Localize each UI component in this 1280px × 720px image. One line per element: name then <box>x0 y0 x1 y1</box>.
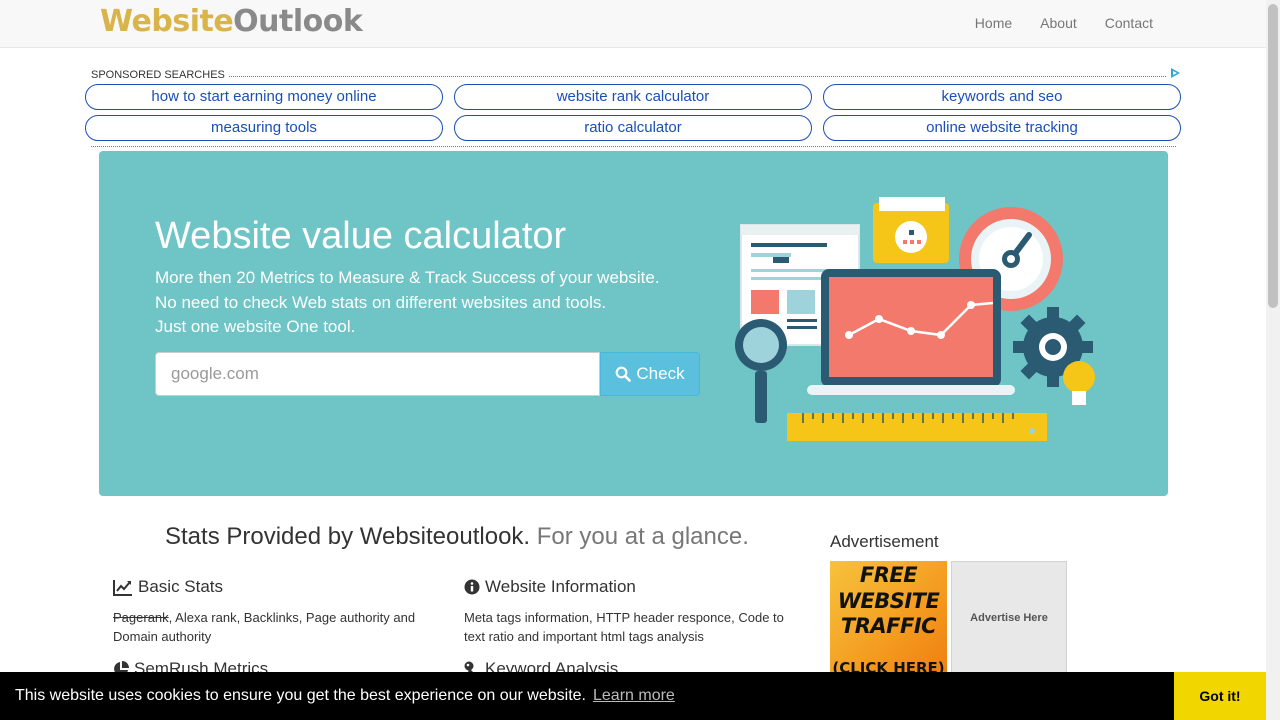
logo-part-outlook: Outlook <box>233 4 363 39</box>
feature-title-text: Website Information <box>485 577 636 596</box>
sponsored-label: SPONSORED SEARCHES <box>91 69 229 81</box>
cookie-message: This website uses cookies to ensure you … <box>15 687 586 704</box>
sponsored-link[interactable]: website rank calculator <box>454 84 812 110</box>
hero-description: More then 20 Metrics to Measure & Track … <box>155 266 660 340</box>
cookie-learn-more-link[interactable]: Learn more <box>593 687 675 705</box>
feature-description: Meta tags information, HTTP header respo… <box>464 610 784 644</box>
ad-banner-line: TRAFFIC <box>840 614 937 638</box>
feature-title: Website Information <box>464 577 794 597</box>
sponsored-link[interactable]: measuring tools <box>85 115 443 141</box>
scrollbar-thumb[interactable] <box>1268 4 1278 308</box>
sponsored-link[interactable]: how to start earning money online <box>85 84 443 110</box>
nav-about-link[interactable]: About <box>1040 15 1077 31</box>
hero-line-1: More then 20 Metrics to Measure & Track … <box>155 268 660 287</box>
line-chart-icon <box>113 579 132 596</box>
ad-banner-line: WEBSITE <box>837 588 940 613</box>
ad-banner-line: FREE <box>859 563 918 587</box>
sponsored-link[interactable]: online website tracking <box>823 115 1181 141</box>
sponsored-divider <box>91 76 1166 77</box>
hero-panel: Website value calculator More then 20 Me… <box>99 151 1168 496</box>
adchoices-icon[interactable] <box>1171 68 1180 78</box>
nav-home-link[interactable]: Home <box>975 15 1012 31</box>
stats-heading-muted: For you at a glance. <box>536 523 749 550</box>
page-scrollbar[interactable] <box>1266 0 1280 720</box>
navbar: WebsiteOutlook Home About Contact <box>0 0 1266 48</box>
search-icon <box>616 366 632 382</box>
sponsored-header: SPONSORED SEARCHES <box>85 66 1182 84</box>
pagerank-struck: Pagerank <box>113 610 169 625</box>
check-button-label: Check <box>636 364 685 383</box>
site-logo[interactable]: WebsiteOutlook <box>100 4 363 39</box>
advertise-here-slot[interactable]: Advertise Here <box>951 561 1067 681</box>
sponsored-link[interactable]: ratio calculator <box>454 115 812 141</box>
analytics-illustration <box>735 197 1095 441</box>
feature-title: Basic Stats <box>113 577 443 597</box>
feature-website-information: Website Information Meta tags informatio… <box>464 577 794 646</box>
feature-basic-stats: Basic Stats Pagerank, Alexa rank, Backli… <box>113 577 443 646</box>
cookie-accept-button[interactable]: Got it! <box>1174 672 1266 720</box>
hero-line-3: Just one website One tool. <box>155 317 356 336</box>
sponsored-searches: SPONSORED SEARCHES how to start earning … <box>85 66 1182 147</box>
domain-search-form: Check <box>155 352 700 396</box>
check-button[interactable]: Check <box>600 352 700 396</box>
hero-line-2: No need to check Web stats on different … <box>155 292 607 312</box>
ad-banner-text: FREE WEBSITE TRAFFIC <box>830 563 947 640</box>
hero-title: Website value calculator <box>155 215 567 257</box>
info-circle-icon <box>464 579 480 595</box>
logo-part-website: Website <box>100 4 234 39</box>
domain-input[interactable] <box>155 352 600 396</box>
feature-description: Pagerank, Alexa rank, Backlinks, Page au… <box>113 608 443 646</box>
stats-heading: Stats Provided by Websiteoutlook. For yo… <box>165 523 749 551</box>
sponsored-bottom-divider <box>91 146 1176 147</box>
feature-title-text: Basic Stats <box>138 577 224 596</box>
advertisement-heading: Advertisement <box>830 532 939 551</box>
free-traffic-ad-banner[interactable]: FREE WEBSITE TRAFFIC (CLICK HERE) <box>830 561 947 681</box>
sponsored-links: how to start earning money online websit… <box>85 84 1182 141</box>
nav-contact-link[interactable]: Contact <box>1105 15 1153 31</box>
main-nav: Home About Contact <box>975 15 1153 31</box>
cookie-consent-bar: This website uses cookies to ensure you … <box>0 672 1266 720</box>
sponsored-link[interactable]: keywords and seo <box>823 84 1181 110</box>
stats-heading-main: Stats Provided by Websiteoutlook. <box>165 523 531 550</box>
